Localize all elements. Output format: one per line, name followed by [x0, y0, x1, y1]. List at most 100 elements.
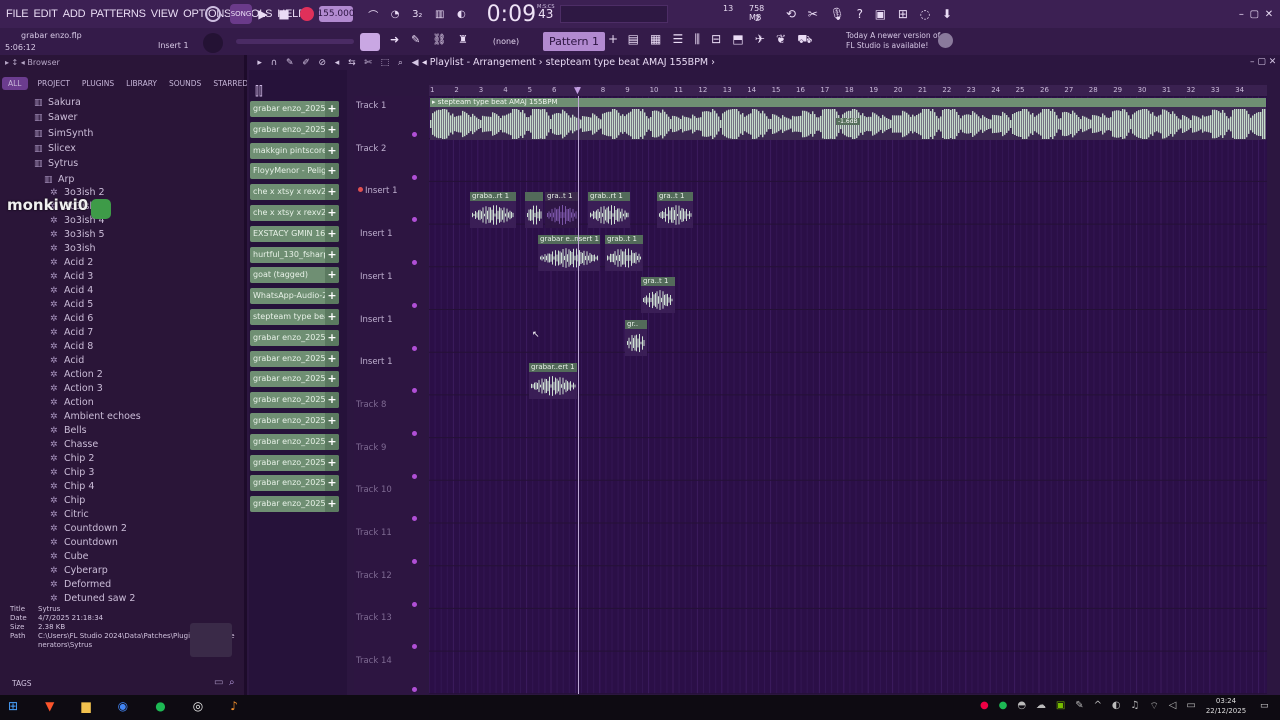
- picker-clip[interactable]: grabar enzo_2025-12-22...+: [250, 329, 339, 346]
- delete-icon[interactable]: ⊘: [319, 58, 327, 70]
- add-clip-icon[interactable]: +: [325, 267, 339, 284]
- track-led-icon[interactable]: [412, 559, 417, 564]
- help-icon[interactable]: ?: [857, 7, 863, 21]
- audio-clip[interactable]: gra..t 1: [641, 277, 675, 313]
- search-icon[interactable]: ⌕: [229, 677, 235, 688]
- audio-clip[interactable]: grab..t 1: [605, 235, 643, 271]
- step-icon[interactable]: ▥: [435, 9, 444, 20]
- tab-project[interactable]: PROJECT: [38, 79, 70, 88]
- metronome-icons[interactable]: ⌒ ◔ 3₂ ▥ ◐: [362, 4, 472, 24]
- slice-icon[interactable]: ✄: [364, 58, 372, 70]
- picker-clip[interactable]: grabar enzo_2025-12-22...+: [250, 371, 339, 388]
- plugin-icon[interactable]: ⬒: [732, 32, 743, 52]
- track-name[interactable]: Track 9: [356, 443, 422, 453]
- browser-preset[interactable]: ✲ Ambient echoes: [50, 411, 141, 425]
- menu-file[interactable]: FILE: [6, 8, 29, 20]
- add-clip-icon[interactable]: +: [325, 413, 339, 429]
- main-audio-clip[interactable]: ▸ stepteam type beat AMAJ 155BPM -1.6dB: [430, 98, 1266, 140]
- add-clip-icon[interactable]: +: [325, 225, 339, 242]
- playback-icon[interactable]: ◀: [412, 58, 419, 70]
- browser-preset[interactable]: ✲ Action 3: [50, 383, 103, 397]
- audio-clip[interactable]: gra..t 1: [657, 192, 693, 228]
- browser-preset[interactable]: ✲ Acid 2: [50, 257, 93, 271]
- tray-pen-icon[interactable]: ✎: [1075, 700, 1083, 714]
- save-icon[interactable]: ▣: [875, 7, 886, 21]
- piano-roll-icon[interactable]: ▦: [650, 32, 661, 52]
- restore-icon[interactable]: ▢: [1250, 9, 1259, 20]
- menu-view[interactable]: VIEW: [151, 8, 179, 20]
- track-name[interactable]: Insert 1: [360, 357, 426, 367]
- browser-preset[interactable]: ✲ Chip: [50, 495, 85, 509]
- browser-preset[interactable]: ✲ Countdown: [50, 537, 118, 551]
- browser-preset[interactable]: ✲ Cube: [50, 551, 89, 565]
- browser-preset[interactable]: ✲ Deformed: [50, 579, 111, 593]
- track-name[interactable]: Track 14: [356, 656, 422, 666]
- browser-folder[interactable]: ▥ Sytrus: [34, 158, 78, 172]
- picker-clip[interactable]: stepteam type beat... +: [250, 309, 339, 325]
- chrome-icon[interactable]: ◉: [118, 699, 128, 717]
- tray-chevron-icon[interactable]: ^: [1094, 700, 1102, 714]
- browser-preset[interactable]: ✲ Chip 4: [50, 481, 94, 495]
- track-name[interactable]: Insert 1: [360, 315, 426, 325]
- track-led-icon[interactable]: [412, 174, 417, 180]
- zoom-icon[interactable]: ⌕: [398, 58, 403, 70]
- track-led-icon[interactable]: [412, 430, 417, 436]
- pl-close-icon[interactable]: ✕: [1269, 57, 1277, 67]
- browser-preset[interactable]: ✲ Chip 3: [50, 467, 94, 481]
- add-clip-icon[interactable]: +: [325, 121, 339, 138]
- picker-clip[interactable]: grabar enzo_2025-12-22...+: [250, 496, 339, 513]
- add-clip-icon[interactable]: +: [325, 371, 339, 388]
- master-pitch-slider[interactable]: [236, 39, 354, 44]
- undo-icon[interactable]: ⟲: [786, 7, 796, 21]
- picker-clip[interactable]: FloyyMenor - Peligro... +: [250, 163, 339, 180]
- add-clip-icon[interactable]: +: [325, 205, 339, 221]
- audio-clip[interactable]: graba..rt 1: [470, 192, 516, 228]
- audio-clip[interactable]: [525, 192, 543, 228]
- fl-studio-icon[interactable]: ♪: [230, 699, 238, 717]
- picker-clip[interactable]: grabar enzo_2025-12-22...+: [250, 392, 339, 409]
- picker-clip[interactable]: grabar enzo_2025-12-22...+: [250, 433, 339, 450]
- link-icon[interactable]: ⛓: [432, 33, 446, 51]
- track-name[interactable]: Track 8: [356, 400, 422, 410]
- add-clip-icon[interactable]: +: [325, 309, 339, 325]
- add-clip-icon[interactable]: +: [325, 246, 339, 263]
- add-clip-icon[interactable]: +: [325, 392, 339, 409]
- playhead-marker-icon[interactable]: ▼: [574, 86, 581, 96]
- playlist-arrow-icon[interactable]: ◂: [422, 57, 430, 68]
- picker-clip[interactable]: grabar enzo_2025-12-22...+: [250, 121, 339, 138]
- tab-sounds[interactable]: SOUNDS: [169, 79, 201, 88]
- track-led-icon[interactable]: [412, 345, 417, 351]
- add-clip-icon[interactable]: +: [325, 163, 339, 180]
- browser-preset[interactable]: ✲ Action: [50, 397, 94, 411]
- pattern-chevron-icon[interactable]: ›: [711, 57, 715, 68]
- browser-preset[interactable]: ✲ Acid: [50, 355, 84, 369]
- tray-network-icon[interactable]: ▭: [1186, 700, 1195, 714]
- tags-label[interactable]: TAGS: [12, 679, 32, 688]
- tab-plugins[interactable]: PLUGINS: [82, 79, 114, 88]
- menu-add[interactable]: ADD: [63, 8, 86, 20]
- stamp-icon[interactable]: ♜: [458, 33, 468, 51]
- tray-spotify-icon[interactable]: ●: [999, 700, 1008, 714]
- add-clip-icon[interactable]: +: [325, 184, 339, 201]
- close-icon[interactable]: ✕: [1265, 9, 1273, 20]
- record-arm-icon[interactable]: [358, 187, 363, 192]
- loop-icon[interactable]: ◐: [457, 9, 466, 20]
- arrow-icon[interactable]: ➜: [390, 33, 399, 51]
- picker-clip[interactable]: goat (tagged) +: [250, 267, 339, 284]
- browser-preset[interactable]: ✲ Acid 8: [50, 341, 93, 355]
- browser-preset[interactable]: ✲ Countdown 2: [50, 523, 127, 537]
- browser-preset[interactable]: ✲ Acid 4: [50, 285, 93, 299]
- pattern-selector[interactable]: Pattern 1: [543, 32, 605, 51]
- add-clip-icon[interactable]: +: [325, 350, 339, 367]
- track-led-icon[interactable]: [412, 473, 417, 479]
- spotify-icon[interactable]: ●: [155, 699, 165, 717]
- tray-steam-icon[interactable]: ◐: [1112, 700, 1121, 714]
- wait-icon[interactable]: ◔: [391, 9, 400, 20]
- browser-preset[interactable]: ✲ Chasse: [50, 439, 98, 453]
- add-clip-icon[interactable]: +: [325, 454, 339, 471]
- tray-discord-icon[interactable]: ◓: [1017, 700, 1026, 714]
- picker-icon[interactable]: ⫿⫿: [255, 84, 263, 99]
- playlist-pattern[interactable]: stepteam type beat AMAJ 155BPM: [546, 57, 709, 68]
- mute-icon[interactable]: ◂: [335, 58, 340, 70]
- brush-icon[interactable]: ✎: [411, 33, 420, 51]
